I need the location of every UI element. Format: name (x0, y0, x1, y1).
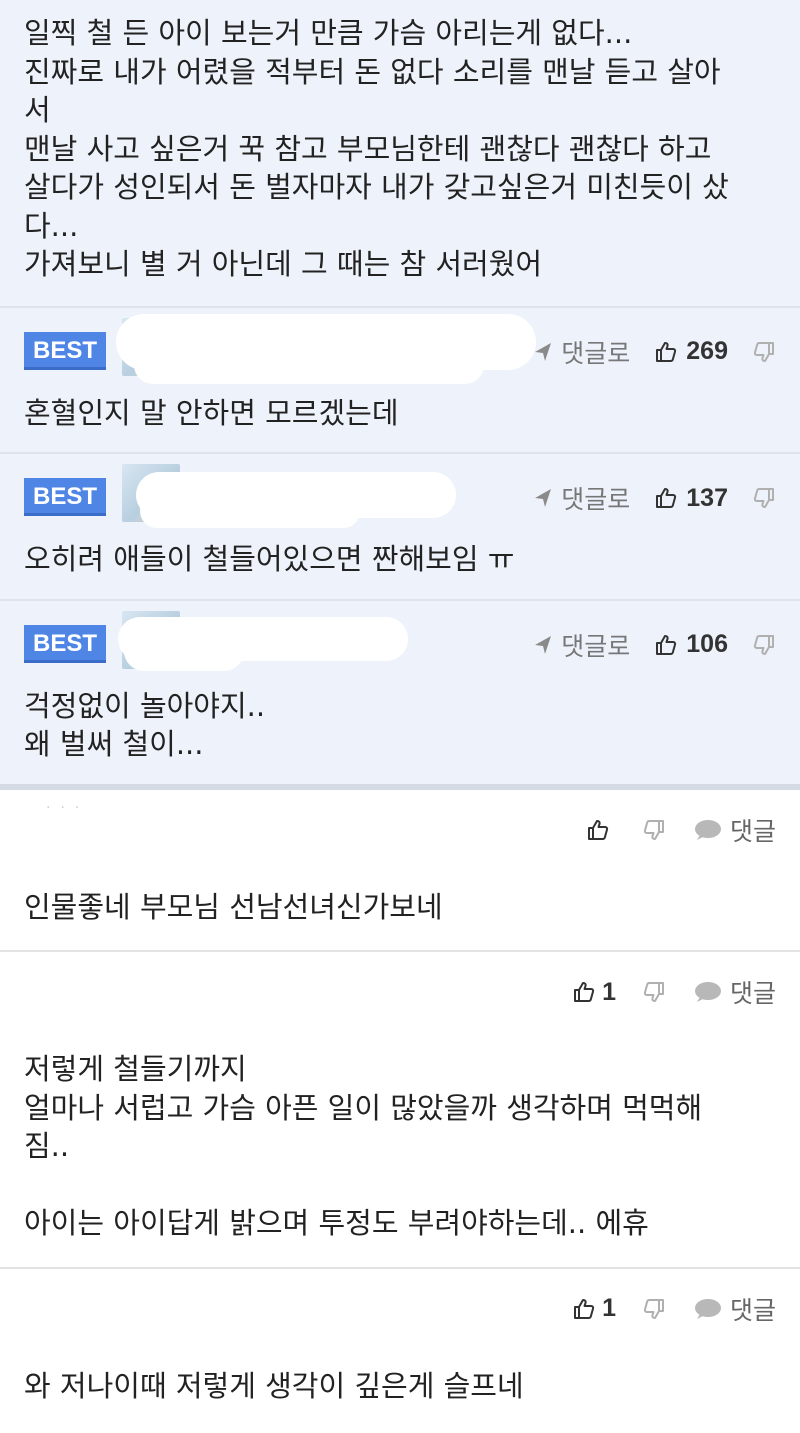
speech-bubble-icon (694, 1298, 721, 1319)
best-comment: BEST 댓글로 137 오히려 애들이 철들어있으면 짠해보임 ㅠ (0, 454, 800, 601)
comment-header: ··· 댓글 (24, 790, 776, 870)
thumbs-down-icon (753, 634, 774, 655)
best-badge: BEST (24, 331, 106, 370)
reply-arrow-icon (535, 342, 552, 361)
like-count: 137 (686, 483, 728, 512)
best-comment: BEST 댓글로 106 걱정없이 놀아야지.. 왜 벌써 철이... (0, 600, 800, 790)
reply-button[interactable]: 댓글 (694, 812, 776, 848)
redacted-username (140, 494, 360, 528)
thumbs-down-icon (643, 819, 664, 840)
username-placeholder: ··· (46, 799, 90, 816)
dislike-button[interactable] (642, 818, 666, 842)
thumbs-up-icon (656, 488, 677, 508)
reply-label: 댓글 (729, 1295, 776, 1325)
comment-actions: 1 댓글 (572, 974, 776, 1010)
reply-button[interactable]: 댓글 (694, 1291, 776, 1327)
comment-text: 혼혈인지 말 안하면 모르겠는데 (24, 395, 399, 430)
like-button[interactable]: 1 (572, 978, 616, 1007)
best-comment: BEST 댓글로 269 혼혈인지 말 안하면 모르겠는데 (0, 307, 800, 454)
thumbs-down-icon (643, 982, 664, 1002)
thumbs-up-icon (574, 1298, 595, 1319)
comment-actions: 1 댓글 (572, 1291, 776, 1327)
like-button[interactable]: 137 (654, 484, 728, 513)
thumbs-up-icon (656, 634, 677, 655)
reply-arrow-icon (535, 635, 552, 654)
best-badge: BEST (24, 478, 106, 516)
thumbs-down-icon (643, 1298, 664, 1319)
comment: ··· 댓글 인물좋네 부모님 선남선녀신가보네 (0, 790, 800, 952)
dislike-button[interactable] (752, 486, 776, 510)
comment-header: 1 댓글 (24, 952, 776, 1032)
speech-bubble-icon (694, 819, 721, 840)
reply-button[interactable]: 댓글로 (533, 334, 630, 370)
reply-button[interactable]: 댓글로 (533, 627, 630, 663)
reply-label: 댓글 (729, 979, 776, 1008)
like-count: 106 (686, 630, 728, 658)
comment-actions: 댓글로 137 (533, 480, 776, 516)
redacted-username (134, 345, 484, 384)
reply-label: 댓글로 (561, 631, 631, 661)
comment-actions: 댓글로 269 (533, 334, 776, 370)
like-button[interactable]: 1 (572, 1294, 616, 1323)
dislike-button[interactable] (642, 1297, 666, 1321)
reply-label: 댓글로 (561, 485, 631, 514)
thumbs-down-icon (753, 488, 774, 508)
comment-actions: 댓글 (586, 812, 776, 848)
comment-header: BEST 댓글로 106 (24, 601, 776, 687)
comment-header: 1 댓글 (24, 1269, 776, 1349)
comment-text: 걱정없이 놀아야지.. 왜 벌써 철이... (24, 688, 266, 762)
redacted-username (124, 630, 244, 671)
comment: 1 댓글 저렇게 철들기까지 얼마나 서럽고 가슴 아픈 일이 많았을까 생각하… (0, 952, 800, 1269)
best-comment-continued: 일찍 철 든 아이 보는거 만큼 가슴 아리는게 없다... 진짜로 내가 어렸… (0, 0, 800, 308)
comment-header: BEST 댓글로 137 (24, 454, 776, 540)
comment-actions: 댓글로 106 (533, 627, 776, 663)
comment-text: 와 저나이때 저렇게 생각이 깊은게 슬프네 (24, 1368, 524, 1403)
reply-label: 댓글로 (561, 338, 631, 368)
thumbs-down-icon (753, 341, 774, 362)
thumbs-up-icon (656, 341, 677, 362)
like-button[interactable]: 106 (654, 630, 728, 659)
dislike-button[interactable] (752, 340, 776, 364)
like-button[interactable] (586, 818, 616, 842)
dislike-button[interactable] (752, 633, 776, 657)
like-count: 269 (686, 337, 728, 365)
like-button[interactable]: 269 (654, 337, 728, 366)
thumbs-up-icon (574, 982, 595, 1002)
comment-header: BEST 댓글로 269 (24, 308, 776, 394)
reply-button[interactable]: 댓글로 (533, 480, 630, 516)
comment-text: 오히려 애들이 철들어있으면 짠해보임 ㅠ (24, 542, 515, 576)
comment-text: 인물좋네 부모님 선남선녀신가보네 (24, 889, 443, 924)
thumbs-up-icon (587, 819, 609, 840)
like-count: 1 (602, 1294, 616, 1322)
speech-bubble-icon (694, 982, 721, 1002)
comment-text: 일찍 철 든 아이 보는거 만큼 가슴 아리는게 없다... 진짜로 내가 어렸… (24, 16, 729, 281)
reply-button[interactable]: 댓글 (694, 974, 776, 1010)
reply-arrow-icon (535, 489, 552, 507)
like-count: 1 (602, 977, 616, 1006)
comment: 1 댓글 와 저나이때 저렇게 생각이 깊은게 슬프네 (0, 1269, 800, 1430)
best-badge: BEST (24, 624, 106, 663)
reply-label: 댓글 (729, 816, 776, 846)
dislike-button[interactable] (642, 980, 666, 1004)
comment-text: 저렇게 철들기까지 얼마나 서럽고 가슴 아픈 일이 많았을까 생각하며 먹먹해… (24, 1052, 703, 1240)
